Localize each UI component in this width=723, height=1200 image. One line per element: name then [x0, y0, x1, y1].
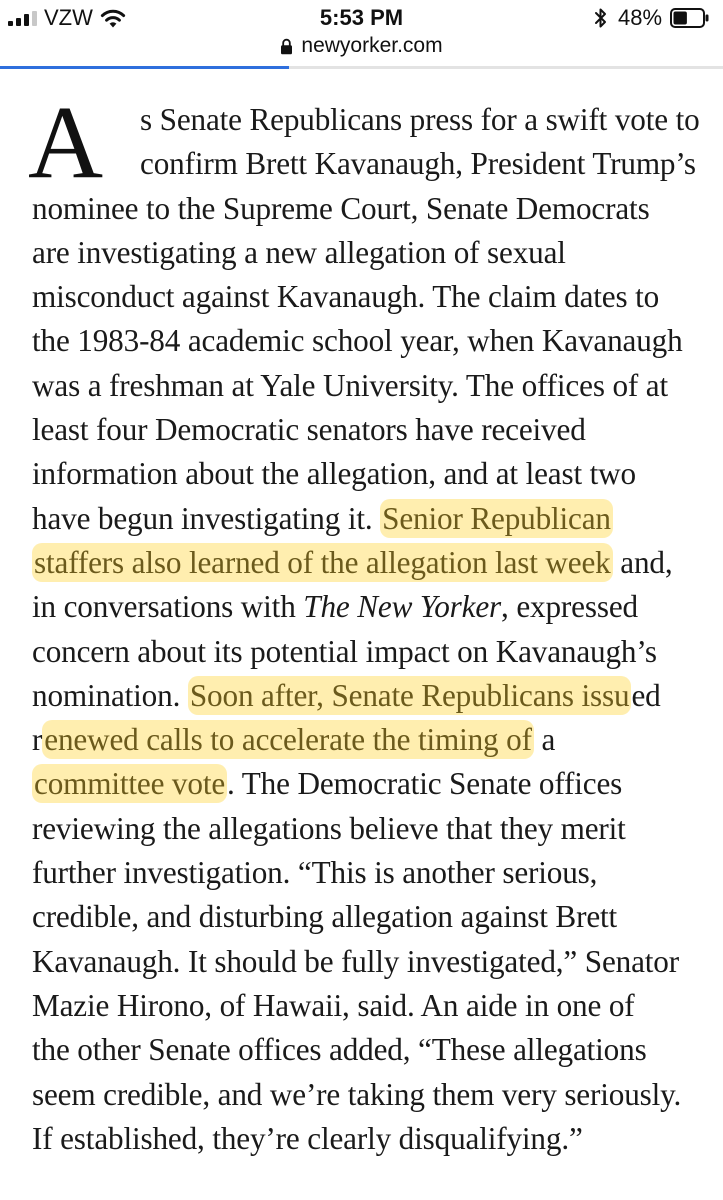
article-text: , expressed — [501, 589, 638, 625]
article-line: committee vote. The Democratic Senate of… — [32, 762, 702, 806]
article-text: r — [32, 722, 43, 758]
battery-level-fill — [673, 11, 687, 25]
article-text: the 1983-84 academic school year, when K… — [32, 323, 683, 359]
article-line: was a freshman at Yale University. The o… — [32, 364, 702, 408]
drop-cap: A — [28, 85, 103, 200]
article-text: credible, and disturbing allegation agai… — [32, 899, 618, 935]
article-line: staffers also learned of the allegation … — [32, 541, 702, 585]
article-text: ed — [631, 677, 661, 713]
highlighted-text: committee vote — [32, 764, 228, 804]
battery-percent: 48% — [618, 5, 663, 30]
article-line: the 1983-84 academic school year, when K… — [32, 319, 702, 363]
article-text: further investigation. “This is another … — [32, 855, 598, 891]
article-text: misconduct against Kavanaugh. The claim … — [32, 279, 660, 315]
article-text: and, — [612, 544, 673, 580]
article-text: was a freshman at Yale University. The o… — [32, 367, 668, 403]
article-text: s Senate Republicans press for a swift v… — [140, 102, 700, 137]
article-text: a — [533, 722, 556, 758]
article-line: reviewing the allegations believe that t… — [32, 807, 702, 851]
address-bar[interactable]: newyorker.com — [0, 32, 723, 60]
article-text: least four Democratic senators have rece… — [32, 412, 586, 448]
article-text: are investigating a new allegation of se… — [32, 234, 566, 270]
article-line: confirm Brett Kavanaugh, President Trump… — [32, 142, 702, 186]
article-line: in conversations with The New Yorker, ex… — [32, 585, 702, 629]
publication-name: The New Yorker — [303, 589, 502, 625]
article-line: If established, they’re clearly disquali… — [32, 1117, 702, 1161]
article-text: concern about its potential impact on Ka… — [32, 633, 657, 669]
highlighted-text: Senior Republican — [380, 498, 613, 538]
battery-icon — [670, 8, 709, 28]
article-line: Mazie Hirono, of Hawaii, said. An aide i… — [32, 984, 702, 1028]
article-text: have begun investigating it. — [32, 500, 381, 536]
highlighted-text: staffers also learned of the allegation … — [32, 542, 613, 582]
highlighted-text: enewed calls to accelerate the timing of — [42, 720, 534, 760]
page-load-progress — [0, 66, 723, 69]
article-line: concern about its potential impact on Ka… — [32, 630, 702, 674]
article-line: Kavanaugh. It should be fully investigat… — [32, 940, 702, 984]
article-line: renewed calls to accelerate the timing o… — [32, 718, 702, 762]
article-line: nomination. Soon after, Senate Republica… — [32, 674, 702, 718]
article-text: seem credible, and we’re taking them ver… — [32, 1076, 682, 1112]
article-text: nominee to the Supreme Court, Senate Dem… — [32, 190, 650, 226]
article-line: least four Democratic senators have rece… — [32, 408, 702, 452]
article-text: If established, they’re clearly disquali… — [32, 1120, 583, 1156]
article-line: the other Senate offices added, “These a… — [32, 1028, 702, 1072]
status-bar: VZW 5:53 PM 48% — [0, 0, 723, 36]
page-load-progress-fill — [0, 66, 290, 69]
article-text: Mazie Hirono, of Hawaii, said. An aide i… — [32, 987, 635, 1023]
article-text: reviewing the allegations believe that t… — [32, 810, 626, 846]
article-paragraph: s Senate Republicans press for a swift v… — [32, 98, 702, 1161]
article-line: nominee to the Supreme Court, Senate Dem… — [32, 187, 702, 231]
article-text: information about the allegation, and at… — [32, 456, 636, 492]
article-line: information about the allegation, and at… — [32, 452, 702, 496]
article-text: Kavanaugh. It should be fully investigat… — [32, 943, 679, 979]
article-line: are investigating a new allegation of se… — [32, 231, 702, 275]
bluetooth-icon — [595, 8, 606, 28]
article-text: . The Democratic Senate offices — [227, 766, 623, 802]
article-line: credible, and disturbing allegation agai… — [32, 895, 702, 939]
article-line: further investigation. “This is another … — [32, 851, 702, 895]
article-line: s Senate Republicans press for a swift v… — [32, 98, 702, 142]
url-text[interactable]: newyorker.com — [301, 32, 442, 60]
article-line: misconduct against Kavanaugh. The claim … — [32, 275, 702, 319]
highlighted-text: Soon after, Senate Republicans issu — [187, 675, 632, 715]
article-text: in conversations with — [32, 589, 304, 625]
article-text: the other Senate offices added, “These a… — [32, 1032, 647, 1068]
article-line: have begun investigating it. Senior Repu… — [32, 497, 702, 541]
status-time: 5:53 PM — [319, 5, 404, 30]
article-text: nomination. — [32, 677, 188, 713]
article-line: seem credible, and we’re taking them ver… — [32, 1073, 702, 1117]
lock-icon — [281, 38, 293, 54]
article-body: A s Senate Republicans press for a swift… — [28, 91, 702, 1161]
article-text: confirm Brett Kavanaugh, President Trump… — [140, 146, 696, 182]
